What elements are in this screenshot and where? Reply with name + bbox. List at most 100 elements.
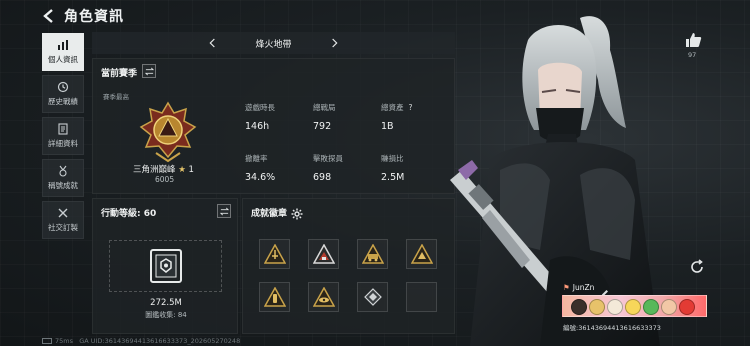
- rank-name-text: 三角洲巔峰: [133, 165, 176, 175]
- stat-total-matches: 總戰局 792: [313, 102, 336, 132]
- gear-icon: [291, 208, 303, 220]
- triangle-eye-badge-icon: [312, 287, 335, 307]
- level-value: 272.5M: [150, 298, 182, 308]
- rank-level: 1: [188, 165, 194, 175]
- season-prev-button[interactable]: [204, 34, 222, 52]
- nav-item-label: 詳細資料: [48, 139, 78, 148]
- nav-item-details[interactable]: 詳細資料: [42, 117, 84, 155]
- current-season-panel: 當前賽季 賽季最高 三角洲巔峰 ★ 1 6005 遊戲時長 146h 總戰局 7…: [92, 58, 455, 194]
- season-swap-button[interactable]: [142, 64, 156, 78]
- achievements-title: 成就徽章: [251, 209, 288, 219]
- badge-slot[interactable]: [308, 239, 339, 269]
- badge-slot[interactable]: [259, 239, 290, 269]
- medal-icon: [59, 165, 67, 177]
- banner-sticker: [643, 299, 659, 315]
- build-info: GA UID:361436944136166333​73_20260527024…: [79, 337, 241, 345]
- stat-label-row: 總資產?: [381, 102, 412, 113]
- rank-score: 6005: [155, 175, 175, 184]
- badge-slot[interactable]: [357, 239, 388, 269]
- stat-value: 34.6%: [245, 172, 276, 183]
- side-nav: 個人資訊 歷史戰績 詳細資料 稱號成就 社交訂製: [42, 33, 84, 243]
- stat-label: 總戰局: [313, 103, 336, 112]
- tools-icon: [58, 208, 68, 218]
- collection-label: 圖鑑收集: [145, 311, 174, 319]
- chevron-left-icon: [209, 38, 215, 48]
- triangle-bottle-badge-icon: [263, 287, 286, 307]
- player-name: ⚑ JunZn: [563, 283, 594, 292]
- footer-info: 75ms GA UID:361436944136166333​73_202605…: [42, 337, 240, 345]
- collection-number: 84: [177, 311, 187, 319]
- nav-item-label: 稱號成就: [48, 181, 78, 190]
- current-season-title: 當前賽季: [101, 69, 138, 79]
- action-level-panel[interactable]: 行動等級: 60 272.5M 圖鑑收集: 84: [92, 198, 238, 334]
- collection-count: 圖鑑收集: 84: [145, 311, 187, 319]
- triangle-camp-badge-icon: [312, 244, 335, 264]
- signal-icon: [42, 338, 52, 344]
- action-level-label: 行動等級: [101, 209, 138, 219]
- stat-value: 792: [313, 121, 332, 132]
- stat-label: 賺損比: [381, 154, 404, 163]
- swap-icon: [219, 207, 229, 215]
- stat-extraction-rate: 撤離率 34.6%: [245, 153, 275, 183]
- stat-value: 1B: [381, 121, 394, 132]
- player-name-card[interactable]: [562, 295, 707, 317]
- stat-label: 遊戲時長: [245, 103, 275, 112]
- like-button[interactable]: [684, 32, 702, 48]
- banner-sticker: [571, 299, 587, 315]
- rank-name: 三角洲巔峰 ★ 1: [133, 163, 194, 175]
- refresh-button[interactable]: [689, 259, 705, 275]
- player-name-text: JunZn: [572, 283, 595, 292]
- stat-agents-defeated: 擊敗探員 698: [313, 153, 343, 183]
- diamond-rank-badge-icon: [363, 288, 382, 306]
- safe-box-icon: [150, 249, 182, 283]
- document-icon: [58, 123, 68, 135]
- player-tag-icon: ⚑: [563, 283, 570, 292]
- nav-item-label: 社交訂製: [48, 223, 78, 232]
- nav-item-social[interactable]: 社交訂製: [42, 201, 84, 239]
- thumbs-up-icon: [686, 33, 702, 47]
- swap-icon: [144, 67, 154, 75]
- level-swap-button[interactable]: [217, 204, 231, 218]
- nav-item-personal-info[interactable]: 個人資訊: [42, 33, 84, 71]
- nav-item-label: 個人資訊: [48, 55, 78, 64]
- rank-star-icon: ★: [178, 165, 186, 175]
- banner-sticker: [661, 299, 677, 315]
- stat-label: 總資產: [381, 103, 404, 112]
- player-id: 編號:3614369441361663337​3: [563, 324, 661, 332]
- nav-item-label: 歷史戰績: [48, 97, 78, 106]
- achievement-badges-panel: 成就徽章: [242, 198, 455, 334]
- clock-icon: [57, 81, 69, 93]
- badge-slot[interactable]: [357, 282, 388, 312]
- nav-item-history[interactable]: 歷史戰績: [42, 75, 84, 113]
- season-high-label: 賽季最高: [103, 93, 129, 101]
- bar-chart-icon: [58, 40, 68, 50]
- badge-slot[interactable]: [259, 282, 290, 312]
- edit-name-button[interactable]: [600, 283, 609, 297]
- back-button[interactable]: [40, 7, 58, 25]
- triangle-sword-badge-icon: [263, 244, 286, 264]
- season-next-button[interactable]: [325, 34, 343, 52]
- chevron-right-icon: [332, 38, 338, 48]
- help-icon[interactable]: ?: [409, 103, 413, 112]
- stat-label: 擊敗探員: [313, 154, 343, 163]
- action-level-value: 60: [143, 209, 157, 219]
- stat-value: 2.5M: [381, 172, 405, 183]
- season-name: 烽火地帶: [255, 39, 292, 50]
- triangle-vehicle-badge-icon: [361, 244, 384, 264]
- stat-profit-loss: 賺損比 2.5M: [381, 153, 404, 183]
- banner-sticker: [679, 299, 695, 315]
- page-title: 角色資訊: [64, 9, 124, 25]
- stat-label: 撤離率: [245, 154, 268, 163]
- stat-total-assets: 總資產? 1B: [381, 102, 412, 132]
- badge-settings-button[interactable]: [291, 205, 303, 220]
- banner-sticker: [589, 299, 605, 315]
- stat-value: 146h: [245, 121, 270, 132]
- nav-item-achievements[interactable]: 稱號成就: [42, 159, 84, 197]
- rank-emblem-icon: [139, 101, 197, 163]
- like-count: 97: [688, 51, 697, 59]
- banner-sticker: [625, 299, 641, 315]
- action-level-title: 行動等級: 60: [101, 209, 157, 219]
- back-arrow-icon: [43, 9, 53, 23]
- stat-play-time: 遊戲時長 146h: [245, 102, 275, 132]
- badge-slot[interactable]: [308, 282, 339, 312]
